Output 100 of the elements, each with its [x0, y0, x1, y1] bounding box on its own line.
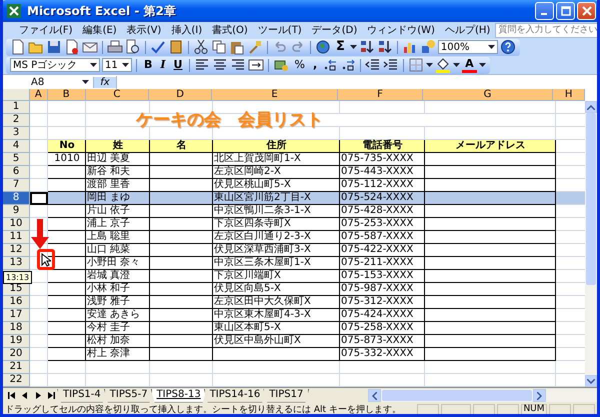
row-header[interactable]: 12 [3, 244, 30, 257]
minimize-button[interactable] [535, 2, 554, 20]
row-header[interactable]: 19 [3, 335, 30, 348]
close-icon[interactable] [582, 6, 592, 16]
row-header[interactable]: 15 [3, 283, 30, 296]
paste-icon[interactable] [229, 39, 245, 55]
function-button[interactable]: fx [93, 76, 116, 88]
row-header[interactable]: 9 [3, 205, 30, 218]
last-sheet-icon[interactable] [46, 391, 56, 400]
menu-item[interactable]: 表示(V) [122, 23, 166, 37]
close-button[interactable] [577, 2, 596, 20]
row-header[interactable]: 17 [3, 309, 30, 322]
row-header[interactable]: 1 [3, 101, 30, 114]
row-header[interactable]: 22 [3, 374, 30, 387]
column-header[interactable]: G [422, 89, 554, 101]
column-heading: 住所 [213, 140, 340, 153]
font-size-field[interactable]: 11 [102, 58, 132, 72]
row-header[interactable]: 21 [3, 361, 30, 374]
row-header[interactable]: 11 [3, 231, 30, 244]
caret-icon[interactable] [90, 63, 97, 67]
row-header[interactable]: 8 [3, 192, 30, 205]
menu-item[interactable]: 書式(O) [207, 23, 253, 37]
row-header[interactable]: 7 [3, 179, 30, 192]
caret-icon[interactable] [488, 45, 495, 49]
column-header[interactable]: F [338, 89, 423, 101]
comma-button[interactable]: , [310, 57, 320, 73]
menu-item[interactable]: 挿入(I) [166, 23, 208, 37]
fill-bucket-icon[interactable] [435, 57, 452, 73]
row-header[interactable]: 18 [3, 322, 30, 335]
menu-item[interactable]: 編集(E) [78, 23, 122, 37]
row-header[interactable]: 16 [3, 296, 30, 309]
help-search-field[interactable]: 質問を入力してください [495, 22, 597, 38]
underline-button[interactable]: U [170, 57, 186, 73]
spellcheck-icon[interactable] [150, 39, 166, 55]
row-header[interactable]: 10 [3, 218, 30, 231]
sort-icon[interactable] [376, 39, 393, 55]
bold-button[interactable]: B [141, 57, 156, 73]
row-header[interactable]: 6 [3, 166, 30, 179]
caret-icon[interactable] [426, 63, 434, 67]
active-cell [30, 192, 48, 205]
copy-icon[interactable] [211, 39, 227, 55]
next-sheet-icon[interactable] [33, 391, 43, 400]
scroll-right-icon[interactable] [537, 392, 542, 400]
decrease-decimal-icon[interactable] [340, 57, 356, 73]
brush-icon[interactable] [247, 39, 263, 55]
globe-icon[interactable] [315, 39, 331, 55]
row-header[interactable]: 3 [3, 127, 30, 140]
column-header[interactable]: D [149, 89, 212, 101]
percent-button[interactable]: % [291, 57, 308, 73]
menu-item[interactable]: ウィンドウ(W) [362, 23, 440, 37]
row-header[interactable]: 13 [3, 257, 30, 270]
menu-item[interactable]: ツール(T) [252, 23, 307, 37]
column-header[interactable]: A [30, 89, 48, 101]
sheet-tab[interactable]: TIPS17 [263, 388, 310, 402]
column-header[interactable]: H [553, 89, 585, 101]
caret-icon[interactable] [350, 45, 357, 49]
status-panel [473, 404, 495, 414]
row-header[interactable]: 20 [3, 348, 30, 361]
scissors-icon[interactable] [193, 39, 209, 55]
menu-item[interactable]: データ(D) [306, 23, 362, 37]
borders-icon[interactable] [408, 57, 424, 73]
table-cell: 浅野 雅子 [86, 296, 150, 309]
caret-icon[interactable] [122, 63, 129, 67]
font-field[interactable]: MS Pゴシック [10, 58, 100, 72]
autosum-button[interactable]: Σ [333, 39, 348, 55]
book-icon[interactable] [168, 39, 184, 55]
shapes-icon[interactable] [420, 39, 436, 55]
page-badge-icon[interactable] [64, 39, 80, 55]
caret-icon[interactable] [478, 63, 486, 67]
preview-icon[interactable] [125, 39, 141, 55]
menu-item[interactable]: ヘルプ(H) [440, 23, 496, 37]
sort-icon[interactable] [358, 39, 375, 55]
zoom-field[interactable]: 100% [438, 40, 498, 54]
column-header[interactable]: C [86, 89, 150, 101]
sheet-tab[interactable]: TIPS8-13 [150, 388, 207, 402]
caret-icon[interactable] [82, 80, 89, 84]
menu-item[interactable]: ファイル(F) [14, 23, 78, 37]
scroll-left-icon[interactable] [372, 392, 377, 400]
first-sheet-icon[interactable] [7, 391, 17, 400]
help-icon[interactable] [500, 39, 516, 55]
column-header[interactable]: B [48, 89, 86, 101]
printer-icon[interactable] [107, 39, 123, 55]
row-header[interactable]: 5 [3, 153, 30, 166]
table-cell [48, 166, 86, 179]
vertical-scrollbar[interactable] [585, 101, 597, 387]
scroll-down-icon[interactable] [587, 378, 595, 384]
row-header[interactable]: 2 [3, 114, 30, 127]
increase-decimal-icon[interactable] [322, 57, 338, 73]
caret-icon[interactable] [453, 63, 460, 67]
previous-sheet-icon[interactable] [20, 391, 30, 400]
scroll-up-icon[interactable] [587, 104, 595, 110]
save-icon[interactable] [46, 39, 62, 55]
italic-button[interactable]: I [157, 57, 169, 73]
grid-cell [150, 361, 213, 374]
column-header[interactable]: E [212, 89, 338, 101]
maximize-icon[interactable] [560, 6, 570, 16]
maximize-button[interactable] [556, 2, 575, 20]
horizontal-scrollbar[interactable] [368, 389, 597, 402]
row-header[interactable]: 4 [3, 140, 30, 153]
merge-icon[interactable] [248, 57, 264, 73]
